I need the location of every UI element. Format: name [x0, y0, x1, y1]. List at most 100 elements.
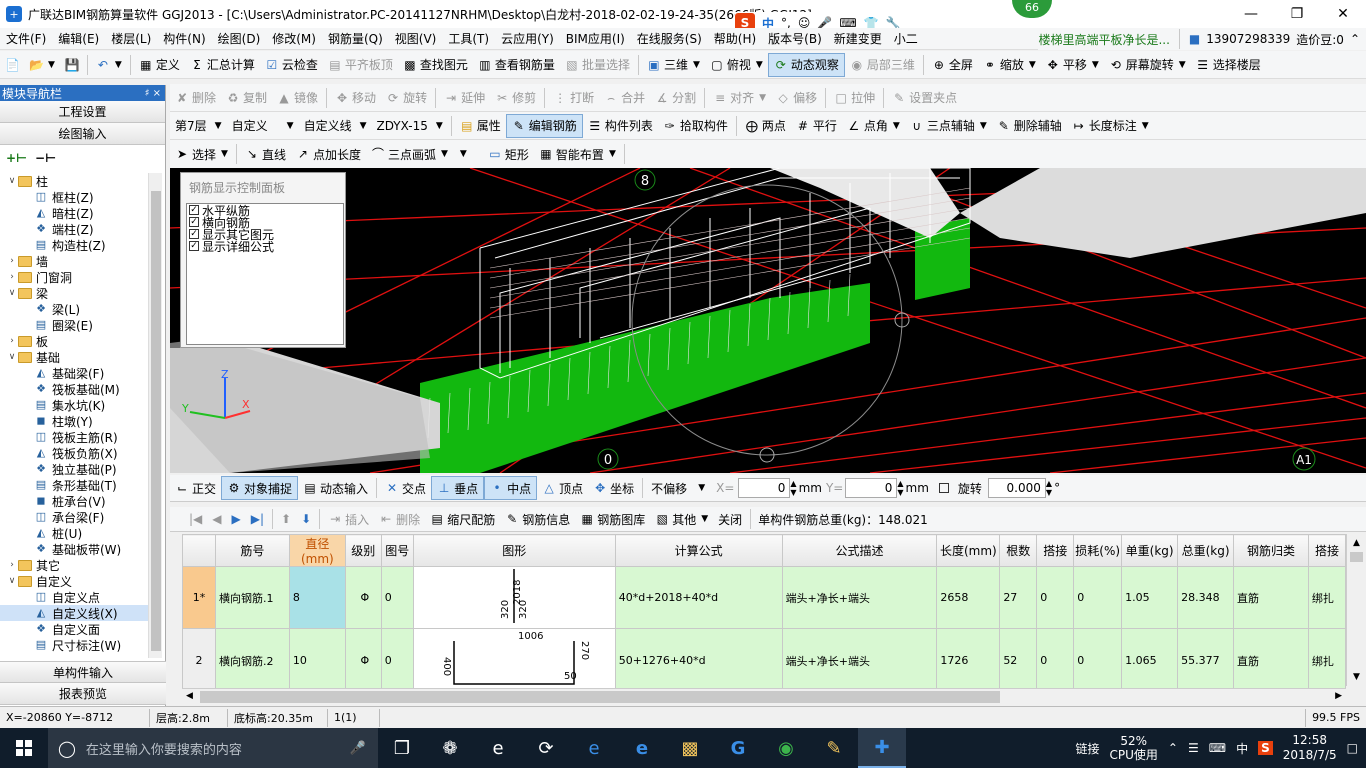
undo-icon[interactable]: ↶ ▼	[91, 53, 127, 77]
col-header-length[interactable]: 长度(mm)	[936, 534, 1001, 567]
ortho-button[interactable]: ⌙ 正交	[170, 476, 221, 500]
tree-item[interactable]: ▤ 圈梁(E)	[0, 317, 148, 333]
cell-formula-desc[interactable]: 端头+净长+端头	[781, 566, 938, 629]
col-header-grade[interactable]: 级别	[344, 534, 382, 567]
collapse-toggle-icon[interactable]: ∨	[6, 176, 18, 186]
expand-toggle-icon[interactable]: ›	[6, 336, 18, 346]
edit-rebar-button[interactable]: ✎ 编辑钢筋	[505, 113, 583, 138]
menu-floor[interactable]: 楼层(L)	[105, 30, 157, 47]
report-preview-button[interactable]: 报表预览	[0, 683, 166, 705]
category-select[interactable]: 自定义 ▼	[227, 116, 299, 136]
refresh-app-icon[interactable]: ⟳	[522, 728, 570, 768]
cell-bar-no[interactable]: 横向钢筋.1	[214, 566, 290, 629]
collapse-toggle-icon[interactable]: ∨	[6, 576, 18, 586]
col-header-count[interactable]: 根数	[999, 534, 1038, 567]
cell-length[interactable]: 1726	[936, 628, 1001, 688]
properties-button[interactable]: ▤ 属性	[455, 114, 506, 138]
rotate-checkbox[interactable]	[938, 483, 949, 493]
cell-figure-no[interactable]: 0	[380, 566, 414, 629]
collapse-toggle-icon[interactable]: ∨	[6, 352, 18, 362]
align-slab-top-button[interactable]: ▤ 平齐板顶	[323, 53, 398, 77]
menu-modify[interactable]: 修改(M)	[266, 30, 322, 47]
collapse-all-icon[interactable]: −⊢	[35, 151, 56, 165]
tree-folder[interactable]: › 其它	[0, 557, 148, 573]
x-input[interactable]: 0	[738, 478, 791, 498]
tree-folder[interactable]: ∨ 基础	[0, 349, 148, 365]
tree-item[interactable]: ▤ 构造柱(Z)	[0, 237, 148, 253]
menu-xiaoer[interactable]: 小二	[888, 30, 924, 47]
extend-button[interactable]: ⇥ 延伸	[439, 86, 490, 110]
col-header-formula[interactable]: 计算公式	[614, 534, 783, 567]
split-button[interactable]: ∡ 分割	[650, 86, 701, 110]
table-row[interactable]: 1* 横向钢筋.1 8 Φ 0 320 2018 320 40*d+2018+4…	[182, 566, 1346, 629]
menu-cloud[interactable]: 云应用(Y)	[495, 30, 560, 47]
y-input[interactable]: 0	[845, 478, 898, 498]
expand-toggle-icon[interactable]: ›	[6, 256, 18, 266]
maximize-button[interactable]: ❐	[1274, 0, 1320, 28]
checkbox-icon[interactable]: ✓	[189, 229, 199, 239]
cell-total-weight[interactable]: 28.348	[1177, 566, 1235, 629]
col-header-category[interactable]: 钢筋归类	[1233, 534, 1309, 567]
table-row[interactable]: 2 横向钢筋.2 10 Φ 0 400 1006 270 50 50+1276+…	[182, 628, 1346, 688]
next-record-button[interactable]: ▶	[227, 507, 246, 531]
network-icon[interactable]: ☰	[1188, 741, 1199, 755]
mirror-button[interactable]: ▲ 镜像	[272, 86, 323, 110]
tree-folder[interactable]: › 门窗洞	[0, 269, 148, 285]
drawing-input-button[interactable]: 绘图输入	[0, 123, 165, 145]
cell-count[interactable]: 52	[999, 628, 1038, 688]
coordinate-snap-button[interactable]: ✥ 坐标	[588, 476, 639, 500]
rotate-spinner[interactable]: ▲ ▼	[1046, 479, 1052, 497]
midpoint-snap-button[interactable]: • 中点	[484, 476, 538, 500]
tree-item[interactable]: ◭ 基础梁(F)	[0, 365, 148, 381]
fan-app-icon[interactable]: ❁	[426, 728, 474, 768]
menu-view[interactable]: 视图(V)	[389, 30, 443, 47]
zoom-button[interactable]: ⚭ 缩放 ▼	[978, 53, 1041, 77]
rebar-table[interactable]: 筋号 直径(mm) 级别 图号 图形 计算公式 公式描述 长度(mm) 根数 搭…	[182, 534, 1346, 688]
cell-grade[interactable]: Φ	[344, 566, 382, 629]
cell-lap[interactable]: 0	[1036, 566, 1075, 629]
move-down-button[interactable]: ⬇	[296, 507, 316, 531]
parallel-button[interactable]: # 平行	[791, 114, 842, 138]
sogou-tray-icon[interactable]: S	[1258, 741, 1273, 755]
intersection-snap-button[interactable]: ✕ 交点	[380, 476, 431, 500]
microphone-icon[interactable]: 🎤	[350, 741, 366, 756]
cell-diameter[interactable]: 10	[288, 628, 346, 688]
tree-item[interactable]: ◫ 承台梁(F)	[0, 509, 148, 525]
tree-item[interactable]: ◫ 筏板主筋(R)	[0, 429, 148, 445]
tree-item[interactable]: ▤ 条形基础(T)	[0, 477, 148, 493]
tree-folder[interactable]: › 板	[0, 333, 148, 349]
move-button[interactable]: ✥ 移动	[330, 86, 381, 110]
rotate-input[interactable]: 0.000	[987, 478, 1046, 498]
windows-start-icon[interactable]	[0, 728, 48, 768]
screen-rotate-button[interactable]: ⟲ 屏幕旋转 ▼	[1104, 53, 1191, 77]
notes-app-icon[interactable]: ✎	[810, 728, 858, 768]
edge-icon[interactable]: e	[474, 728, 522, 768]
insert-button[interactable]: ⇥ 插入	[323, 507, 374, 531]
tree-item[interactable]: ❖ 梁(L)	[0, 301, 148, 317]
align-button[interactable]: ≡ 对齐 ▼	[708, 86, 771, 110]
3d-button[interactable]: ▣ 三维 ▼	[642, 53, 705, 77]
open-file-icon[interactable]: 📂 ▼	[24, 53, 60, 77]
tree-folder[interactable]: ∨ 柱	[0, 173, 148, 189]
stretch-button[interactable]: □ 拉伸	[829, 86, 880, 110]
three-point-arc-button[interactable]: ⌒ 三点画弧 ▼	[366, 142, 453, 166]
tree-item[interactable]: ❖ 自定义面	[0, 621, 148, 637]
summary-calc-button[interactable]: Σ 汇总计算	[185, 53, 260, 77]
tree-item[interactable]: ❖ 筏板基础(M)	[0, 381, 148, 397]
component-list-button[interactable]: ☰ 构件列表	[583, 114, 658, 138]
ie-icon[interactable]: e	[618, 728, 666, 768]
tree-item[interactable]: ◼ 桩承台(V)	[0, 493, 148, 509]
pan-button[interactable]: ✥ 平移 ▼	[1041, 53, 1104, 77]
checkbox-icon[interactable]: ✓	[189, 241, 199, 251]
cell-grade[interactable]: Φ	[344, 628, 382, 688]
tree-scroll-thumb[interactable]	[151, 191, 161, 651]
cpu-monitor[interactable]: 52% CPU使用	[1110, 734, 1158, 762]
scroll-down-arrow[interactable]: ▼	[1347, 668, 1366, 686]
glodon-g-icon[interactable]: G	[714, 728, 762, 768]
file-explorer-icon[interactable]: ▩	[666, 728, 714, 768]
cell-length[interactable]: 2658	[936, 566, 1001, 629]
green-app-icon[interactable]: ◉	[762, 728, 810, 768]
checkbox-icon[interactable]: ✓	[189, 217, 199, 227]
col-header-shape[interactable]: 图形	[412, 534, 616, 567]
local-3d-button[interactable]: ◉ 局部三维	[845, 53, 920, 77]
